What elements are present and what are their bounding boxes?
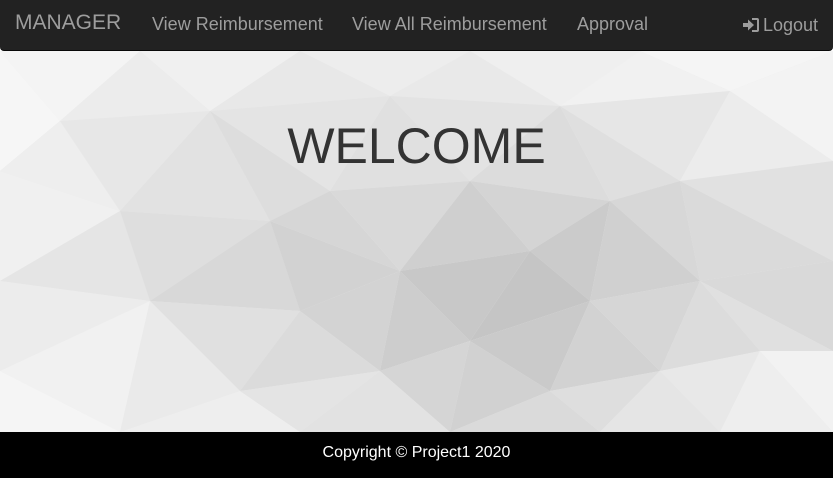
logout-link[interactable]: Logout — [741, 14, 818, 36]
nav-approval[interactable]: Approval — [577, 14, 648, 34]
nav-view-reimbursement[interactable]: View Reimbursement — [152, 14, 323, 34]
copyright-text: Copyright © Project1 2020 — [322, 444, 511, 461]
page-footer: Copyright © Project1 2020 — [0, 432, 833, 478]
top-navbar: MANAGER View Reimbursement View All Reim… — [0, 0, 833, 51]
nav-view-all-reimbursement[interactable]: View All Reimbursement — [352, 14, 547, 34]
logout-label: Logout — [762, 15, 818, 35]
brand-link[interactable]: MANAGER — [15, 11, 121, 35]
low-poly-background — [0, 51, 833, 432]
page: MANAGER View Reimbursement View All Reim… — [0, 0, 833, 478]
welcome-heading: WELCOME — [287, 118, 546, 174]
welcome-hero: WELCOME — [0, 51, 833, 432]
sign-in-icon — [742, 18, 759, 32]
